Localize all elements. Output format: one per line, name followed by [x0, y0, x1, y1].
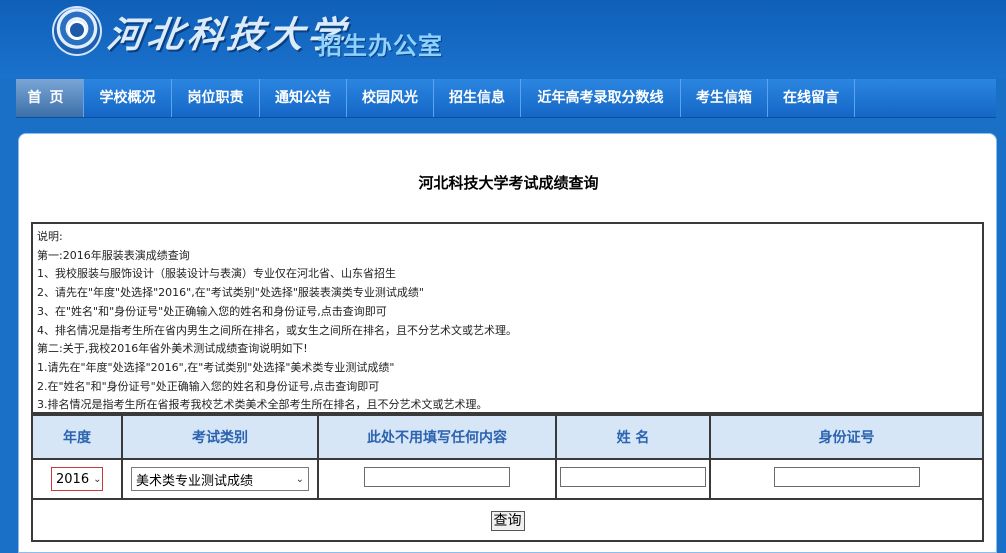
page-title: 河北科技大学考试成绩查询: [418, 174, 599, 192]
note-line: 2、请先在"年度"处选择"2016",在"考试类别"处选择"服装表演类专业测试成…: [37, 286, 424, 300]
nav-item-job-duties[interactable]: 岗位职责: [172, 79, 260, 117]
note-line: 1.请先在"年度"处选择"2016",在"考试类别"处选择"美术类专业测试成绩": [37, 360, 395, 374]
button-cell: 查询: [31, 498, 984, 542]
office-name: 招生办公室: [318, 32, 443, 60]
nav-item-school-overview[interactable]: 学校概况: [84, 79, 172, 117]
id-number-header: 身份证号: [709, 414, 984, 460]
nav-item-admission-info[interactable]: 招生信息: [434, 79, 521, 117]
note-line: 2.在"姓名"和"身份证号"处正确输入您的姓名和身份证号,点击查询即可: [37, 379, 380, 393]
id-number-input[interactable]: [773, 467, 920, 487]
query-form-table: 年度 考试类别 此处不用填写任何内容 姓 名 身份证号 2016 ⌄ 美术类专业…: [31, 414, 984, 542]
chevron-down-icon: ⌄: [295, 473, 304, 485]
nav-item-campus-scenery[interactable]: 校园风光: [347, 79, 434, 117]
nav-item-notices[interactable]: 通知公告: [260, 79, 347, 117]
query-button[interactable]: 查询: [490, 510, 525, 531]
university-seal-logo: [52, 6, 102, 56]
nav-item-score-lines[interactable]: 近年高考录取分数线: [521, 79, 681, 117]
id-number-cell: [709, 458, 984, 500]
nav-item-student-mailbox[interactable]: 考生信箱: [681, 79, 768, 117]
site-header: 河北科技大学 招生办公室: [0, 0, 1006, 78]
note-line: 第二:关于,我校2016年省外美术测试成绩查询说明如下!: [37, 342, 308, 356]
note-line: 说明:: [37, 230, 63, 243]
nav-item-online-message[interactable]: 在线留言: [768, 79, 855, 117]
name-header: 姓 名: [555, 414, 711, 460]
main-nav: 首页 学校概况 岗位职责 通知公告 校园风光 招生信息 近年高考录取分数线 考生…: [16, 79, 996, 118]
year-cell: 2016 ⌄: [31, 458, 123, 500]
exam-type-select-value: 美术类专业测试成绩: [136, 473, 254, 489]
exam-type-cell: 美术类专业测试成绩 ⌄: [121, 458, 319, 500]
blank-input[interactable]: [364, 467, 510, 487]
exam-type-select[interactable]: 美术类专业测试成绩 ⌄: [131, 467, 309, 491]
note-line: 第一:2016年服装表演成绩查询: [37, 248, 190, 262]
blank-field-header: 此处不用填写任何内容: [317, 414, 557, 460]
year-select[interactable]: 2016 ⌄: [51, 467, 103, 491]
note-line: 3.排名情况是指考生所在省报考我校艺术类美术全部考生所在排名，且不分艺术文或艺术…: [37, 398, 488, 412]
note-line: 3、在"姓名"和"身份证号"处正确输入您的姓名和身份证号,点击查询即可: [37, 304, 387, 318]
chevron-down-icon: ⌄: [93, 473, 102, 485]
instructions-box: 说明: 第一:2016年服装表演成绩查询 1、我校服装与服饰设计（服装设计与表演…: [31, 222, 984, 414]
content-panel: 河北科技大学考试成绩查询 说明: 第一:2016年服装表演成绩查询 1、我校服装…: [18, 133, 997, 553]
name-input[interactable]: [560, 467, 706, 487]
year-header: 年度: [31, 414, 123, 460]
note-line: 1、我校服装与服饰设计（服装设计与表演）专业仅在河北省、山东省招生: [37, 267, 396, 281]
note-line: 4、排名情况是指考生所在省内男生之间所在排名，或女生之间所在排名，且不分艺术文或…: [37, 323, 517, 337]
name-cell: [555, 458, 711, 500]
year-select-value: 2016: [56, 471, 90, 487]
blank-field-cell: [317, 458, 557, 500]
university-name-logo: 河北科技大学: [104, 14, 351, 56]
nav-item-home[interactable]: 首页: [16, 79, 84, 117]
exam-type-header: 考试类别: [121, 414, 319, 460]
